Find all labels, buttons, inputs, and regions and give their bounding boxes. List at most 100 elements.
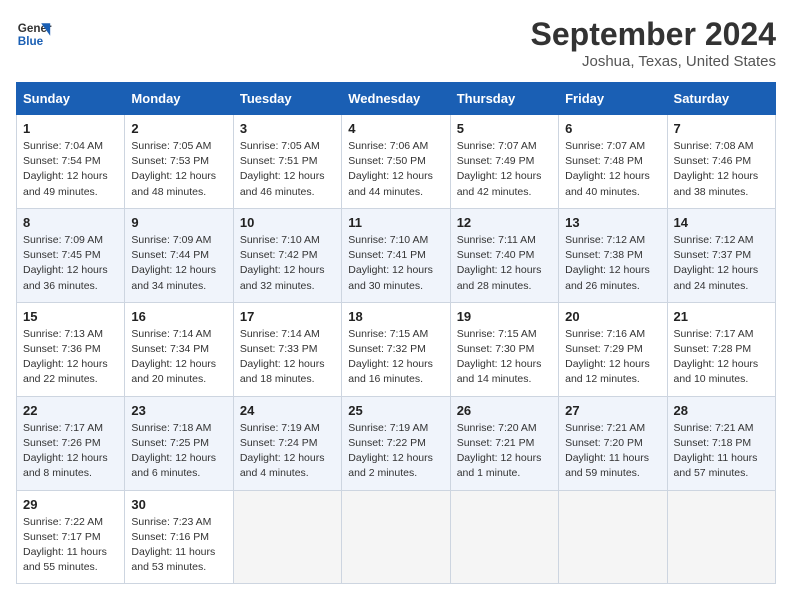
calendar-week-row: 15 Sunrise: 7:13 AM Sunset: 7:36 PM Dayl… [17,302,776,396]
day-number: 18 [348,309,443,324]
calendar-cell: 30 Sunrise: 7:23 AM Sunset: 7:16 PM Dayl… [125,490,233,584]
day-number: 12 [457,215,552,230]
sunrise-label: Sunrise: 7:16 AM [565,328,645,340]
day-number: 15 [23,309,118,324]
month-title: September 2024 [531,16,776,53]
logo: General Blue [16,16,52,52]
sunset-label: Sunset: 7:53 PM [131,155,209,167]
calendar-cell: 28 Sunrise: 7:21 AM Sunset: 7:18 PM Dayl… [667,396,775,490]
sunset-label: Sunset: 7:50 PM [348,155,426,167]
sunset-label: Sunset: 7:46 PM [674,155,752,167]
calendar-cell: 4 Sunrise: 7:06 AM Sunset: 7:50 PM Dayli… [342,115,450,209]
sunrise-label: Sunrise: 7:05 AM [131,140,211,152]
sunrise-label: Sunrise: 7:13 AM [23,328,103,340]
sunrise-label: Sunrise: 7:20 AM [457,422,537,434]
daylight-label: Daylight: 12 hours and 38 minutes. [674,170,759,197]
calendar-cell: 15 Sunrise: 7:13 AM Sunset: 7:36 PM Dayl… [17,302,125,396]
calendar-cell: 14 Sunrise: 7:12 AM Sunset: 7:37 PM Dayl… [667,208,775,302]
sunrise-label: Sunrise: 7:15 AM [457,328,537,340]
day-info: Sunrise: 7:07 AM Sunset: 7:49 PM Dayligh… [457,139,552,200]
calendar-cell: 16 Sunrise: 7:14 AM Sunset: 7:34 PM Dayl… [125,302,233,396]
calendar-week-row: 1 Sunrise: 7:04 AM Sunset: 7:54 PM Dayli… [17,115,776,209]
day-number: 16 [131,309,226,324]
header-day: Thursday [450,83,558,115]
calendar-cell: 17 Sunrise: 7:14 AM Sunset: 7:33 PM Dayl… [233,302,341,396]
daylight-label: Daylight: 12 hours and 4 minutes. [240,452,325,479]
sunset-label: Sunset: 7:48 PM [565,155,643,167]
calendar-cell: 8 Sunrise: 7:09 AM Sunset: 7:45 PM Dayli… [17,208,125,302]
sunset-label: Sunset: 7:17 PM [23,531,101,543]
day-info: Sunrise: 7:17 AM Sunset: 7:26 PM Dayligh… [23,421,118,482]
daylight-label: Daylight: 12 hours and 49 minutes. [23,170,108,197]
calendar-cell: 18 Sunrise: 7:15 AM Sunset: 7:32 PM Dayl… [342,302,450,396]
calendar-cell: 21 Sunrise: 7:17 AM Sunset: 7:28 PM Dayl… [667,302,775,396]
svg-text:Blue: Blue [18,35,44,48]
sunrise-label: Sunrise: 7:23 AM [131,516,211,528]
calendar-week-row: 29 Sunrise: 7:22 AM Sunset: 7:17 PM Dayl… [17,490,776,584]
daylight-label: Daylight: 12 hours and 8 minutes. [23,452,108,479]
day-number: 21 [674,309,769,324]
day-info: Sunrise: 7:23 AM Sunset: 7:16 PM Dayligh… [131,515,226,576]
daylight-label: Daylight: 12 hours and 30 minutes. [348,264,433,291]
daylight-label: Daylight: 12 hours and 32 minutes. [240,264,325,291]
sunset-label: Sunset: 7:18 PM [674,437,752,449]
calendar-cell [233,490,341,584]
sunset-label: Sunset: 7:30 PM [457,343,535,355]
calendar-cell: 2 Sunrise: 7:05 AM Sunset: 7:53 PM Dayli… [125,115,233,209]
sunset-label: Sunset: 7:37 PM [674,249,752,261]
calendar-cell: 1 Sunrise: 7:04 AM Sunset: 7:54 PM Dayli… [17,115,125,209]
day-info: Sunrise: 7:13 AM Sunset: 7:36 PM Dayligh… [23,327,118,388]
daylight-label: Daylight: 12 hours and 34 minutes. [131,264,216,291]
calendar-cell [450,490,558,584]
day-info: Sunrise: 7:05 AM Sunset: 7:53 PM Dayligh… [131,139,226,200]
daylight-label: Daylight: 12 hours and 12 minutes. [565,358,650,385]
header-day: Sunday [17,83,125,115]
sunset-label: Sunset: 7:28 PM [674,343,752,355]
sunset-label: Sunset: 7:24 PM [240,437,318,449]
daylight-label: Daylight: 12 hours and 46 minutes. [240,170,325,197]
sunset-label: Sunset: 7:25 PM [131,437,209,449]
day-number: 29 [23,497,118,512]
day-info: Sunrise: 7:19 AM Sunset: 7:22 PM Dayligh… [348,421,443,482]
day-number: 3 [240,121,335,136]
calendar-cell: 10 Sunrise: 7:10 AM Sunset: 7:42 PM Dayl… [233,208,341,302]
daylight-label: Daylight: 12 hours and 16 minutes. [348,358,433,385]
sunrise-label: Sunrise: 7:12 AM [674,234,754,246]
day-info: Sunrise: 7:04 AM Sunset: 7:54 PM Dayligh… [23,139,118,200]
day-number: 10 [240,215,335,230]
calendar-table: SundayMondayTuesdayWednesdayThursdayFrid… [16,82,776,584]
location: Joshua, Texas, United States [531,53,776,70]
sunrise-label: Sunrise: 7:15 AM [348,328,428,340]
daylight-label: Daylight: 12 hours and 6 minutes. [131,452,216,479]
sunrise-label: Sunrise: 7:19 AM [240,422,320,434]
calendar-cell: 25 Sunrise: 7:19 AM Sunset: 7:22 PM Dayl… [342,396,450,490]
day-info: Sunrise: 7:11 AM Sunset: 7:40 PM Dayligh… [457,233,552,294]
day-number: 7 [674,121,769,136]
sunset-label: Sunset: 7:16 PM [131,531,209,543]
calendar-cell: 19 Sunrise: 7:15 AM Sunset: 7:30 PM Dayl… [450,302,558,396]
sunrise-label: Sunrise: 7:17 AM [674,328,754,340]
sunrise-label: Sunrise: 7:19 AM [348,422,428,434]
daylight-label: Daylight: 12 hours and 44 minutes. [348,170,433,197]
sunrise-label: Sunrise: 7:12 AM [565,234,645,246]
sunrise-label: Sunrise: 7:14 AM [240,328,320,340]
day-number: 19 [457,309,552,324]
day-info: Sunrise: 7:20 AM Sunset: 7:21 PM Dayligh… [457,421,552,482]
day-number: 26 [457,403,552,418]
day-info: Sunrise: 7:10 AM Sunset: 7:41 PM Dayligh… [348,233,443,294]
sunrise-label: Sunrise: 7:18 AM [131,422,211,434]
day-info: Sunrise: 7:14 AM Sunset: 7:33 PM Dayligh… [240,327,335,388]
day-number: 6 [565,121,660,136]
day-info: Sunrise: 7:08 AM Sunset: 7:46 PM Dayligh… [674,139,769,200]
daylight-label: Daylight: 12 hours and 42 minutes. [457,170,542,197]
daylight-label: Daylight: 12 hours and 14 minutes. [457,358,542,385]
day-number: 28 [674,403,769,418]
day-number: 20 [565,309,660,324]
calendar-cell: 24 Sunrise: 7:19 AM Sunset: 7:24 PM Dayl… [233,396,341,490]
sunset-label: Sunset: 7:32 PM [348,343,426,355]
daylight-label: Daylight: 12 hours and 28 minutes. [457,264,542,291]
sunrise-label: Sunrise: 7:17 AM [23,422,103,434]
sunrise-label: Sunrise: 7:09 AM [131,234,211,246]
calendar-cell: 6 Sunrise: 7:07 AM Sunset: 7:48 PM Dayli… [559,115,667,209]
sunrise-label: Sunrise: 7:08 AM [674,140,754,152]
